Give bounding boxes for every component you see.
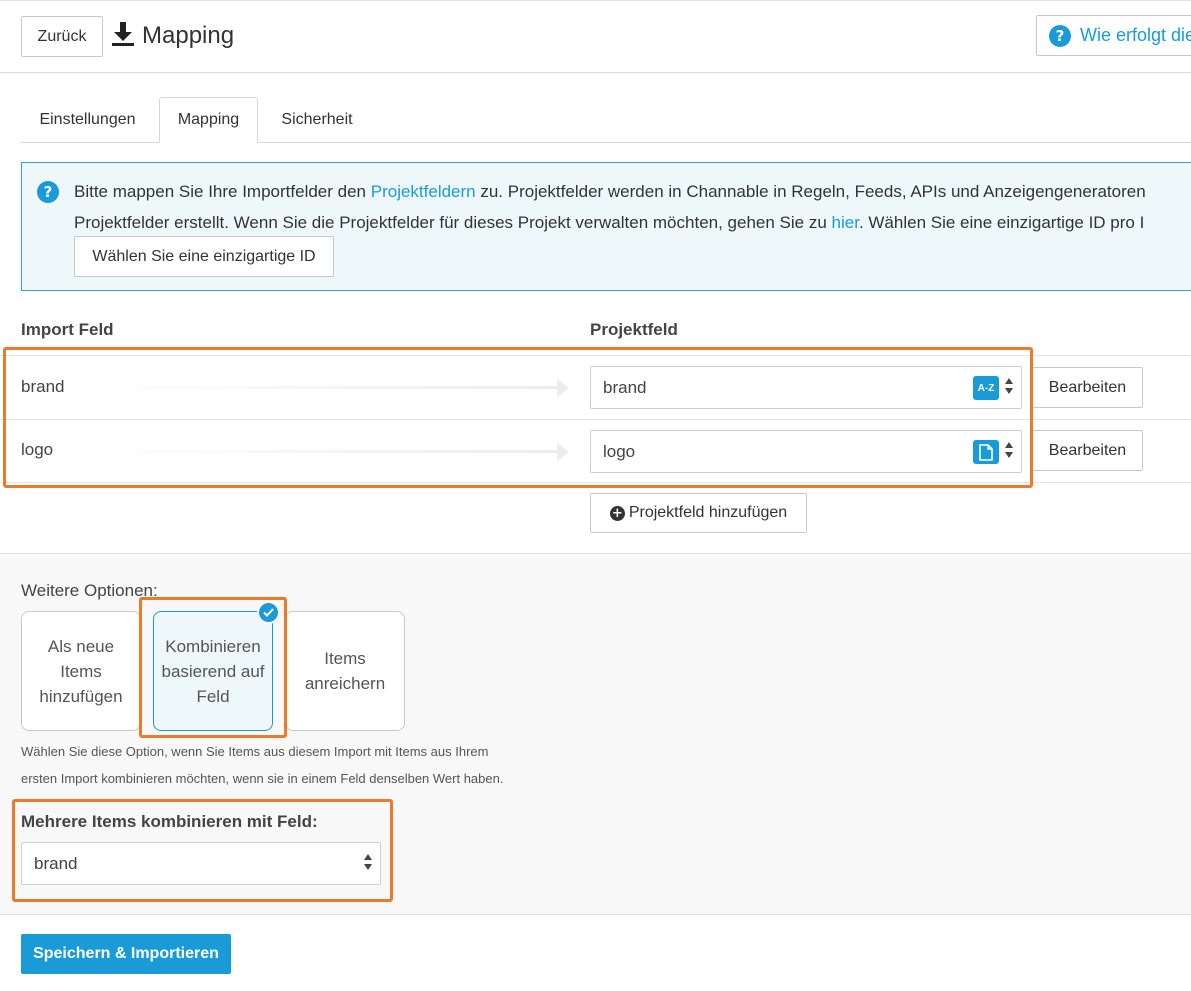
file-icon — [973, 440, 999, 464]
question-icon: ? — [37, 181, 59, 203]
option-card-add-new[interactable]: Als neue Items hinzufügen — [21, 611, 141, 731]
option-card-label: Als neue Items hinzufügen — [39, 636, 123, 706]
page-title: Mapping — [142, 22, 235, 49]
header-divider — [0, 72, 1191, 73]
tab-einstellungen[interactable]: Einstellungen — [21, 97, 154, 143]
sort-caret-icon — [1005, 442, 1014, 462]
text-az-icon: A-Z — [973, 376, 999, 400]
import-field-label: logo — [21, 440, 54, 459]
column-header-project: Projektfeld — [590, 320, 678, 339]
add-project-field-button[interactable]: + Projektfeld hinzufügen — [590, 493, 807, 533]
option-description: Wählen Sie diese Option, wenn Sie Items … — [21, 744, 504, 786]
question-icon: ? — [1049, 24, 1071, 47]
info-line-1: Bitte mappen Sie Ihre Importfelder den P… — [74, 182, 1146, 201]
sort-caret-icon — [1005, 378, 1014, 398]
combine-field-label: Mehrere Items kombinieren mit Feld: — [21, 812, 318, 831]
project-field-select[interactable]: logo — [590, 430, 1022, 473]
projektfeldern-link[interactable]: Projektfeldern — [371, 182, 476, 201]
tab-sicherheit[interactable]: Sicherheit — [262, 97, 372, 143]
tab-mapping[interactable]: Mapping — [159, 97, 258, 143]
download-icon — [112, 21, 134, 52]
back-button[interactable]: Zurück — [21, 16, 103, 57]
help-button-label: Wie erfolgt die — [1080, 25, 1191, 45]
checkmark-icon — [257, 601, 280, 624]
column-header-import: Import Feld — [21, 320, 114, 339]
top-border — [0, 0, 1191, 1]
import-field-label: brand — [21, 377, 65, 396]
options-title: Weitere Optionen: — [21, 581, 158, 600]
project-field-select[interactable]: brand A-Z — [590, 366, 1022, 409]
edit-button[interactable]: Bearbeiten — [1032, 367, 1143, 408]
sort-caret-icon — [364, 854, 373, 874]
row-divider — [0, 482, 1191, 483]
plus-circle-icon: + — [609, 505, 625, 521]
edit-button[interactable]: Bearbeiten — [1032, 430, 1143, 471]
info-text: Bitte mappen Sie Ihre Importfelder den P… — [74, 176, 1191, 238]
save-import-button[interactable]: Speichern & Importieren — [21, 934, 231, 974]
option-card-label: Items anreichern — [304, 649, 386, 693]
unique-id-button[interactable]: Wählen Sie eine einzigartige ID — [74, 236, 334, 277]
combine-field-select[interactable]: brand — [21, 842, 381, 885]
row-divider — [0, 419, 1191, 420]
info-line-2: Projektfelder erstellt. Wenn Sie die Pro… — [74, 213, 1145, 232]
row-divider — [0, 355, 1191, 356]
page-header: Mapping — [112, 20, 234, 52]
project-field-value: brand — [603, 377, 647, 397]
mapping-arrow-icon — [90, 378, 575, 398]
combine-field-value: brand — [34, 853, 78, 873]
option-card-label: Kombinieren basierend auf Feld — [161, 636, 265, 706]
project-field-value: logo — [603, 441, 636, 461]
hier-link[interactable]: hier — [832, 213, 859, 232]
option-card-combine[interactable]: Kombinieren basierend auf Feld — [153, 611, 273, 731]
option-card-enrich[interactable]: Items anreichern — [285, 611, 405, 731]
mapping-arrow-icon — [90, 442, 575, 462]
add-project-field-label: Projektfeld hinzufügen — [628, 504, 788, 521]
help-button[interactable]: ? Wie erfolgt die — [1036, 15, 1191, 56]
